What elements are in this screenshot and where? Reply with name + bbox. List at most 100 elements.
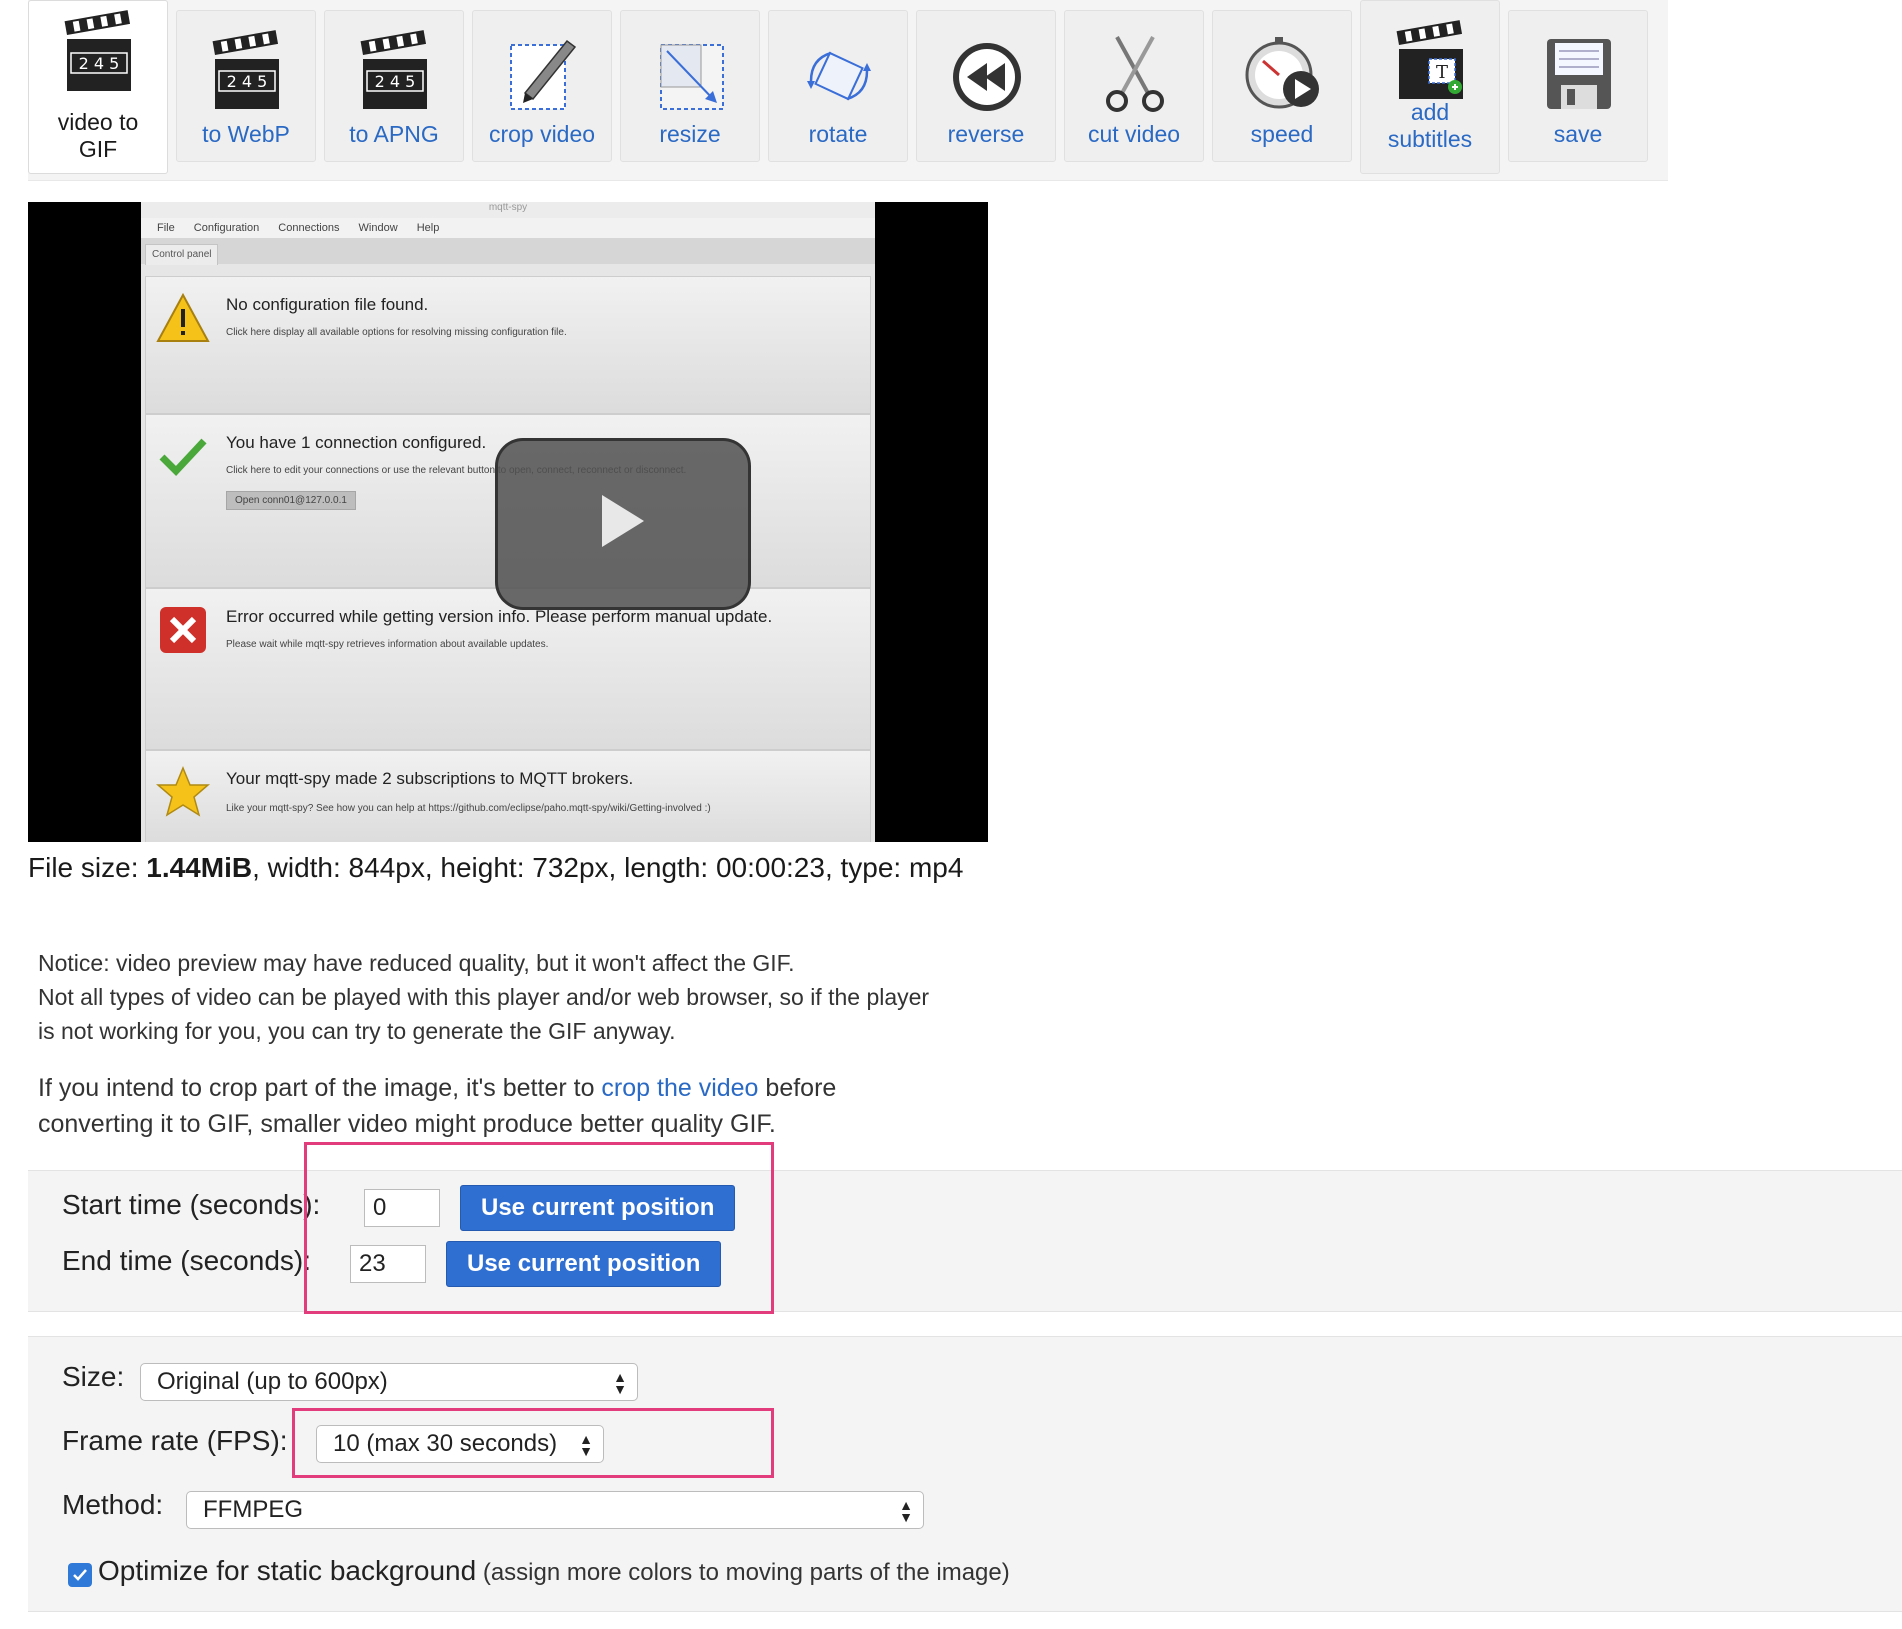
window-title: mqtt-spy — [141, 202, 875, 218]
tool-label: resize — [659, 121, 721, 147]
use-current-position-end-button[interactable]: Use current position — [446, 1241, 722, 1287]
select-arrows-icon: ▲ ▼ — [579, 1431, 593, 1459]
size-label: Size: — [62, 1361, 125, 1392]
clapperboard-icon: 2 4 5 — [64, 10, 131, 91]
notice-text: Notice: video preview may have reduced q… — [38, 946, 1138, 1048]
notice-line: is not working for you, you can try to g… — [38, 1018, 676, 1044]
tool-label: save — [1553, 121, 1603, 147]
tool-to-apng[interactable]: 2 4 5 to APNG — [324, 10, 464, 162]
file-details: , width: 844px, height: 732px, length: 0… — [252, 852, 964, 883]
optimize-label-text: Optimize for static background — [98, 1555, 477, 1586]
video-preview[interactable]: mqtt-spy File Configuration Connections … — [28, 202, 988, 842]
open-connection-button: Open conn01@127.0.0.1 — [226, 491, 356, 510]
error-icon — [160, 607, 206, 653]
tool-reverse[interactable]: reverse — [916, 10, 1056, 162]
scissors-icon — [1106, 36, 1164, 112]
app-tabbar: Control panel — [141, 238, 875, 265]
tool-to-webp[interactable]: 2 4 5 to WebP — [176, 10, 316, 162]
crop-icon — [510, 39, 577, 110]
fps-select-value: 10 (max 30 seconds) — [333, 1430, 558, 1457]
start-time-label: Start time (seconds): — [62, 1189, 321, 1220]
method-select-value: FFMPEG — [203, 1496, 303, 1523]
tool-cut-video[interactable]: cut video — [1064, 10, 1204, 162]
speed-icon — [1245, 37, 1319, 109]
file-size-label: File size: — [28, 852, 147, 883]
optimize-hint: (assign more colors to moving parts of t… — [476, 1559, 1010, 1586]
panel-title: Your mqtt-spy made 2 subscriptions to MQ… — [226, 769, 634, 788]
subtitles-icon: T — [1396, 20, 1463, 99]
tab-control-panel: Control panel — [145, 244, 219, 265]
tool-crop-video[interactable]: crop video — [472, 10, 612, 162]
warning-icon — [156, 292, 210, 342]
end-time-label: End time (seconds): — [62, 1245, 311, 1276]
tool-resize[interactable]: resize — [620, 10, 760, 162]
file-info: File size: 1.44MiB, width: 844px, height… — [28, 852, 963, 884]
floppy-disk-icon — [1547, 39, 1611, 109]
panel-subtitle: Click here display all available options… — [226, 327, 567, 338]
panel-title: No configuration file found. — [226, 295, 429, 314]
reverse-icon — [953, 43, 1021, 111]
resize-icon — [660, 44, 724, 110]
method-select[interactable]: FFMPEG ▲ ▼ — [186, 1491, 924, 1529]
video-frame: mqtt-spy File Configuration Connections … — [141, 202, 875, 842]
crop-hint-text: converting it to GIF, smaller video migh… — [38, 1110, 776, 1138]
tool-label: cut video — [1087, 121, 1181, 147]
crop-hint: If you intend to crop part of the image,… — [38, 1070, 1138, 1142]
tool-label: speed — [1250, 121, 1314, 147]
use-current-position-start-button[interactable]: Use current position — [460, 1185, 736, 1231]
clapperboard-icon: 2 4 5 — [212, 30, 279, 109]
svg-text:T: T — [1436, 62, 1448, 83]
tool-toolbar: 2 4 5 video to GIF 2 4 5 to WebP 2 4 5 t… — [28, 0, 1668, 181]
clapper-digits: 2 4 5 — [227, 72, 268, 91]
app-menubar: File Configuration Connections Window He… — [141, 218, 875, 238]
tool-label: rotate — [808, 121, 868, 147]
tool-label: crop video — [488, 121, 596, 147]
tool-label: reverse — [947, 121, 1025, 147]
menu-item: Help — [416, 222, 440, 234]
start-time-input[interactable] — [364, 1189, 440, 1227]
tool-save[interactable]: save — [1508, 10, 1648, 162]
panel-title: Error occurred while getting version inf… — [226, 607, 773, 626]
play-icon — [602, 495, 644, 547]
select-arrows-icon: ▲ ▼ — [899, 1497, 913, 1525]
time-section: Start time (seconds): Use current positi… — [28, 1170, 1902, 1312]
panel-subtitle: Like your mqtt-spy? See how you can help… — [226, 803, 711, 814]
clapper-digits: 2 4 5 — [79, 54, 120, 73]
tool-label: to APNG — [349, 121, 439, 147]
star-icon — [156, 766, 210, 817]
fps-select[interactable]: 10 (max 30 seconds) ▲ ▼ — [316, 1425, 604, 1463]
notice-line: Notice: video preview may have reduced q… — [38, 950, 795, 976]
crop-video-link[interactable]: crop the video — [601, 1074, 758, 1102]
tool-rotate[interactable]: rotate — [768, 10, 908, 162]
panel-subscriptions: Your mqtt-spy made 2 subscriptions to MQ… — [145, 750, 871, 842]
optimize-label[interactable]: Optimize for static background (assign m… — [98, 1555, 1010, 1587]
size-select[interactable]: Original (up to 600px) ▲ ▼ — [140, 1363, 638, 1401]
notice-line: Not all types of video can be played wit… — [38, 984, 930, 1010]
tool-label: add subtitles — [1387, 99, 1473, 152]
method-label: Method: — [62, 1489, 164, 1520]
crop-hint-text: If you intend to crop part of the image,… — [38, 1074, 602, 1102]
panel-subtitle: Please wait while mqtt-spy retrieves inf… — [226, 639, 549, 650]
select-arrows-icon: ▲ ▼ — [613, 1369, 627, 1397]
end-time-input[interactable] — [350, 1245, 426, 1283]
tool-video-to-gif[interactable]: 2 4 5 video to GIF — [28, 0, 168, 174]
panel-title: You have 1 connection configured. — [226, 433, 487, 452]
rotate-icon — [807, 51, 871, 101]
tool-speed[interactable]: speed — [1212, 10, 1352, 162]
size-select-value: Original (up to 600px) — [157, 1368, 388, 1395]
tool-label: to WebP — [202, 121, 290, 147]
clapperboard-icon: 2 4 5 — [360, 30, 427, 109]
optimize-checkbox[interactable] — [68, 1563, 92, 1587]
menu-item: Connections — [278, 222, 340, 234]
checkmark-icon — [73, 1569, 87, 1581]
options-section: Size: Original (up to 600px) ▲ ▼ Frame ra… — [28, 1336, 1902, 1612]
fps-label: Frame rate (FPS): — [62, 1425, 288, 1456]
tool-label: video to GIF — [57, 109, 139, 162]
clapper-digits: 2 4 5 — [375, 72, 416, 91]
tool-add-subtitles[interactable]: T add subtitles — [1360, 0, 1500, 174]
file-size-value: 1.44MiB — [146, 852, 253, 883]
panel-version: Error occurred while getting version inf… — [145, 588, 871, 750]
play-button[interactable] — [495, 438, 751, 610]
menu-item: Configuration — [193, 222, 260, 234]
panel-config: No configuration file found. Click here … — [145, 276, 871, 414]
